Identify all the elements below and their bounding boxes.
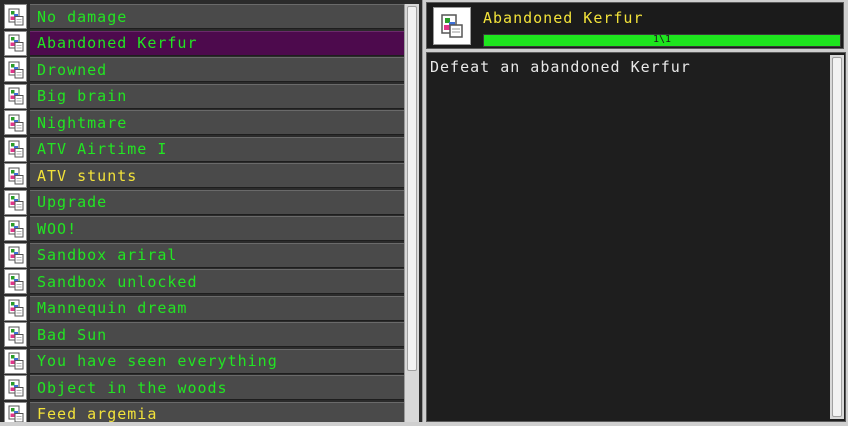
achievement-row[interactable]: Object in the woods	[4, 375, 404, 400]
achievement-row-label: Bad Sun	[30, 322, 404, 347]
achievement-row[interactable]: You have seen everything	[4, 348, 404, 374]
achievement-row[interactable]: Mannequin dream	[4, 295, 404, 321]
achievement-list-scroll-thumb[interactable]	[407, 6, 417, 371]
achievement-detail-body: Defeat an abandoned Kerfur	[426, 52, 846, 422]
achievement-description: Defeat an abandoned Kerfur	[430, 58, 691, 76]
achievement-detail-title: Abandoned Kerfur	[483, 9, 644, 27]
broken-image-icon	[4, 216, 27, 241]
achievement-row[interactable]: Drowned	[4, 57, 404, 82]
achievement-row-label: WOO!	[30, 216, 404, 241]
broken-image-icon	[4, 163, 27, 188]
achievement-detail-header: Abandoned Kerfur 1\1	[426, 2, 844, 49]
achievement-row[interactable]: ATV stunts	[4, 163, 404, 188]
achievement-list-panel: No damage Abandoned Kerfur Drowned Big brai…	[0, 0, 423, 426]
achievement-progress-bar: 1\1	[483, 34, 841, 47]
achievement-row[interactable]: No damage	[4, 4, 404, 29]
achievement-list: No damage Abandoned Kerfur Drowned Big brai…	[4, 4, 404, 426]
achievement-row-label: Drowned	[30, 57, 404, 82]
achievement-row-label: Object in the woods	[30, 375, 404, 400]
broken-image-icon	[4, 189, 27, 215]
achievement-row[interactable]: Sandbox unlocked	[4, 269, 404, 294]
broken-image-icon	[4, 30, 27, 56]
broken-image-icon	[4, 269, 27, 294]
broken-image-icon	[4, 242, 27, 268]
broken-image-icon	[4, 295, 27, 321]
achievement-row-label: Nightmare	[30, 110, 404, 135]
window-bottom-edge	[0, 422, 848, 426]
achievement-row[interactable]: WOO!	[4, 216, 404, 241]
broken-image-icon	[4, 83, 27, 109]
broken-image-icon	[4, 57, 27, 82]
achievement-row[interactable]: ATV Airtime I	[4, 136, 404, 162]
achievement-row-label: ATV Airtime I	[30, 136, 404, 162]
achievement-row-label: ATV stunts	[30, 163, 404, 188]
achievement-row-label: Sandbox ariral	[30, 242, 404, 268]
broken-image-icon	[4, 375, 27, 400]
description-scroll-thumb[interactable]	[832, 57, 842, 417]
achievement-row-label: Sandbox unlocked	[30, 269, 404, 294]
broken-image-icon	[4, 136, 27, 162]
achievement-row[interactable]: Abandoned Kerfur	[4, 30, 404, 56]
broken-image-icon	[433, 7, 471, 45]
broken-image-icon	[4, 348, 27, 374]
achievement-row[interactable]: Big brain	[4, 83, 404, 109]
broken-image-icon	[4, 322, 27, 347]
achievement-row-label: Upgrade	[30, 189, 404, 215]
achievement-progress-text: 1\1	[652, 34, 672, 45]
description-scrollbar[interactable]	[830, 55, 844, 419]
achievement-row-label: Mannequin dream	[30, 295, 404, 321]
achievement-row-label: Abandoned Kerfur	[30, 30, 404, 56]
achievement-row-label: You have seen everything	[30, 348, 404, 374]
achievement-row[interactable]: Nightmare	[4, 110, 404, 135]
achievement-row[interactable]: Sandbox ariral	[4, 242, 404, 268]
broken-image-icon	[4, 110, 27, 135]
achievement-row[interactable]: Bad Sun	[4, 322, 404, 347]
broken-image-icon	[4, 4, 27, 29]
achievement-row-label: Big brain	[30, 83, 404, 109]
achievement-row-label: No damage	[30, 4, 404, 29]
achievement-row[interactable]: Upgrade	[4, 189, 404, 215]
achievement-list-scrollbar[interactable]	[404, 4, 419, 422]
